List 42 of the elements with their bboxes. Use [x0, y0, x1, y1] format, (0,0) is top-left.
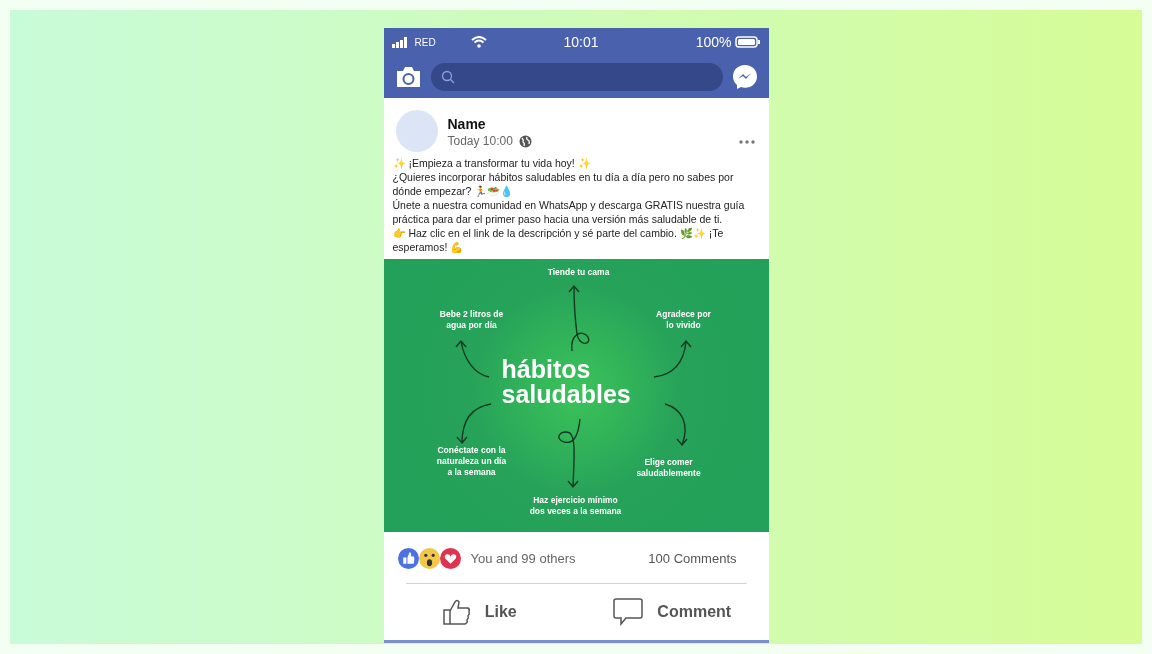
search-field[interactable] [430, 63, 723, 91]
globe-icon [518, 134, 532, 148]
comment-count[interactable]: 100 Comments [648, 548, 737, 569]
camera-icon[interactable] [394, 66, 422, 88]
infographic-title: saludables [501, 381, 631, 407]
comment-button[interactable]: Comment [576, 598, 769, 627]
curved-arrow [652, 339, 692, 378]
more-icon[interactable] [738, 140, 755, 144]
like-button[interactable]: Like [383, 599, 576, 626]
author-name: Name [447, 116, 487, 132]
habit-label: Haz ejercicio mínimo dos veces a la semana [529, 494, 622, 517]
habit-label: Tiende tu cama [547, 266, 610, 278]
wow-reaction-icon [418, 548, 440, 570]
infographic-title: hábitos [501, 356, 592, 382]
avatar [395, 110, 438, 152]
like-reaction-icon [397, 548, 419, 570]
curved-arrow [455, 403, 492, 444]
habit-label: Conéctate con la naturaleza un día a la semana [436, 444, 507, 478]
habit-label: Bebe 2 litros de agua por día [439, 308, 504, 331]
habit-label: Agradece por lo vivido [656, 308, 711, 331]
search-icon [440, 70, 455, 84]
messenger-icon[interactable] [731, 64, 758, 90]
speech-bubble-icon [613, 598, 644, 627]
curved-arrow [557, 418, 581, 488]
wifi-icon [470, 36, 487, 48]
curved-arrow [663, 403, 688, 446]
habit-label: Elige comer saludablemente [636, 456, 701, 479]
carrier-name: RED [414, 35, 436, 50]
love-reaction-icon [439, 548, 461, 570]
battery-percent: 100% [695, 32, 732, 52]
thumbs-up-icon [442, 599, 471, 626]
curved-arrow [454, 339, 490, 378]
curved-arrow [567, 284, 589, 352]
reaction-count: You and 99 others [470, 549, 577, 568]
caption-text: ✨ ¡Empieza a transformar tu vida hoy! ✨ [392, 155, 592, 170]
clock-time: 10:01 [562, 32, 600, 52]
caption-text: 👉 Haz clic en el link de la descripción y sé parte del cambio. 🌿✨ ¡Te esperamos! 💪 [392, 225, 725, 254]
caption-text: ¿Quieres incorporar hábitos saludables en tu día a día pero no sabes por dónde empezar? 🏃🥗💧 [392, 169, 735, 198]
battery-icon [734, 36, 761, 48]
signal-icon [391, 36, 410, 48]
post-time: Today 10:00 [447, 133, 513, 150]
caption-text: Únete a nuestra comunidad en WhatsApp y descarga GRATIS nuestra guía práctica para dar el primer paso hacia una versión más saludable de ti. [392, 197, 746, 226]
